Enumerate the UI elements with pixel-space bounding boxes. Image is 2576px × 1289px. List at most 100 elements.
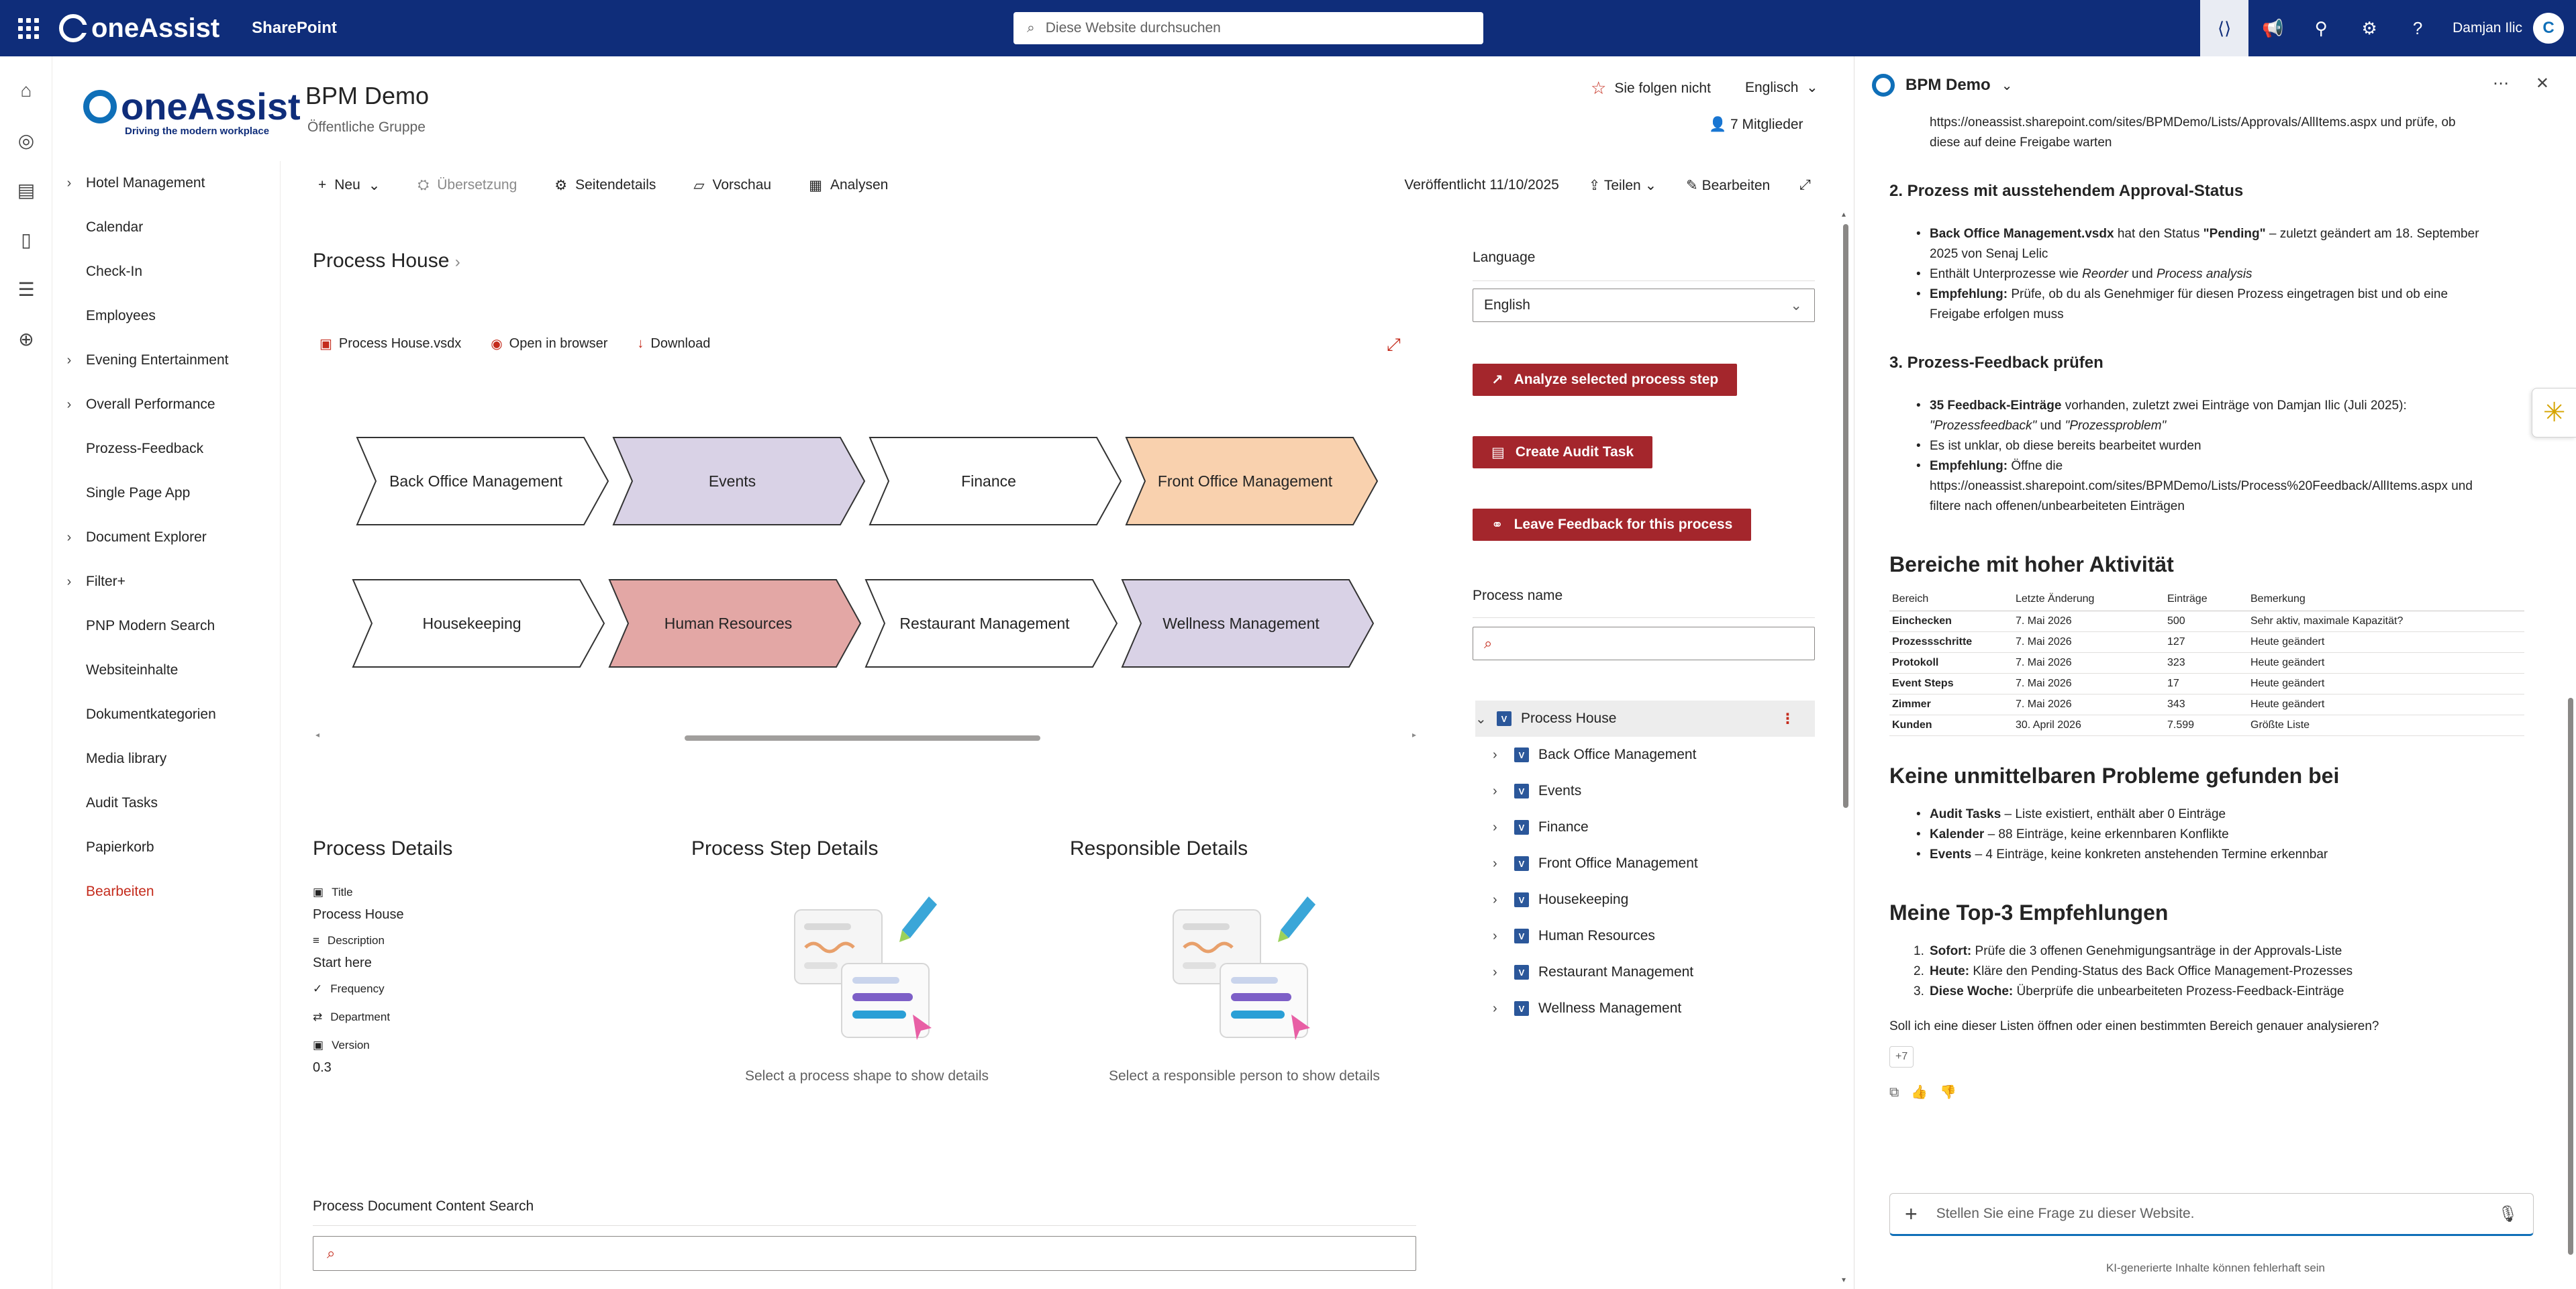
- site-logo[interactable]: oneAssist Driving the modern workplace: [83, 85, 301, 137]
- page-details-button[interactable]: ⚙ Seitendetails: [554, 177, 656, 194]
- close-icon[interactable]: ✕: [2536, 74, 2549, 93]
- chevron-right-icon[interactable]: ›: [52, 176, 86, 191]
- app-launcher-button[interactable]: [0, 0, 56, 56]
- globe-icon[interactable]: ◎: [0, 115, 52, 165]
- share-link-button[interactable]: ⚲: [2297, 0, 2345, 56]
- analytics-button[interactable]: ▦ Analysen: [809, 177, 888, 194]
- file-icon[interactable]: ▯: [0, 215, 52, 264]
- nav-edit-link[interactable]: Bearbeiten: [52, 870, 280, 914]
- tree-root-item[interactable]: ⌄ V Process House ⋮: [1475, 701, 1815, 737]
- process-house-title[interactable]: Process House ›: [313, 250, 460, 272]
- file-name-link[interactable]: ▣ Process House.vsdx: [319, 336, 461, 352]
- nav-item[interactable]: › Filter+: [52, 560, 280, 604]
- tree-item[interactable]: › V Front Office Management: [1493, 845, 1698, 882]
- list-icon[interactable]: ☰: [0, 264, 52, 314]
- nav-item[interactable]: Dokumentkategorien: [52, 692, 280, 737]
- process-chevron[interactable]: Housekeeping: [352, 578, 605, 668]
- nav-item[interactable]: Websiteinhalte: [52, 648, 280, 692]
- tree-item[interactable]: › V Finance: [1493, 809, 1589, 845]
- process-chevron[interactable]: Back Office Management: [356, 436, 609, 526]
- translation-button[interactable]: ⛭ Übersetzung: [417, 177, 517, 193]
- copilot-header[interactable]: BPM Demo ⌄: [1872, 74, 2012, 97]
- suite-logo[interactable]: oneAssist: [59, 13, 219, 44]
- leave-feedback-button[interactable]: ⚭ Leave Feedback for this process: [1473, 509, 1752, 541]
- chevron-right-icon[interactable]: ›: [1493, 965, 1514, 980]
- nav-item[interactable]: Single Page App: [52, 471, 280, 515]
- thumbs-down-icon[interactable]: 👎: [1940, 1082, 1956, 1102]
- scroll-right-icon[interactable]: ▸: [1412, 730, 1416, 739]
- chevron-right-icon[interactable]: ›: [1493, 929, 1514, 944]
- chevron-right-icon[interactable]: ›: [1493, 747, 1514, 763]
- chevron-down-icon[interactable]: ⌄: [1475, 711, 1497, 727]
- doc-content-search-input[interactable]: ⌕: [313, 1236, 1416, 1271]
- microphone-icon[interactable]: 🎙: [2498, 1204, 2518, 1224]
- share-button[interactable]: ⇪ Teilen ⌄: [1589, 177, 1656, 194]
- suite-app-name[interactable]: SharePoint: [252, 19, 337, 38]
- follow-button[interactable]: ☆ Sie folgen nicht: [1591, 78, 1711, 99]
- tree-item[interactable]: › V Restaurant Management: [1493, 954, 1693, 990]
- chevron-right-icon[interactable]: ›: [52, 353, 86, 368]
- news-icon[interactable]: ▤: [0, 165, 52, 215]
- nav-item[interactable]: Papierkorb: [52, 825, 280, 870]
- diagram-horizontal-scrollbar[interactable]: ◂ ▸: [315, 730, 1416, 742]
- site-search-input[interactable]: ⌕ Diese Website durchsuchen: [1013, 12, 1483, 44]
- add-circle-icon[interactable]: ⊕: [0, 314, 52, 364]
- process-chevron[interactable]: Front Office Management: [1125, 436, 1379, 526]
- assistant-launcher-button[interactable]: ✳: [2532, 388, 2576, 437]
- nav-item[interactable]: › Document Explorer: [52, 515, 280, 560]
- copy-icon[interactable]: ⧉: [1889, 1082, 1899, 1102]
- tree-item[interactable]: › V Events: [1493, 773, 1581, 809]
- nav-item[interactable]: › Hotel Management: [52, 161, 280, 205]
- nav-item[interactable]: Check-In: [52, 250, 280, 294]
- chevron-right-icon[interactable]: ›: [1493, 892, 1514, 908]
- nav-item[interactable]: Prozess-Feedback: [52, 427, 280, 471]
- nav-item[interactable]: › Overall Performance: [52, 382, 280, 427]
- fullscreen-icon[interactable]: ⤢: [1387, 334, 1401, 356]
- scroll-down-icon[interactable]: ▾: [1842, 1275, 1846, 1284]
- scrollbar-thumb[interactable]: [685, 735, 1040, 741]
- chevron-right-icon[interactable]: ›: [52, 574, 86, 590]
- chevron-right-icon[interactable]: ›: [52, 530, 86, 546]
- site-title[interactable]: BPM Demo: [305, 82, 429, 110]
- scroll-left-icon[interactable]: ◂: [315, 730, 319, 739]
- chevron-right-icon[interactable]: ›: [1493, 856, 1514, 872]
- scroll-up-icon[interactable]: ▴: [1842, 209, 1846, 219]
- user-name[interactable]: Damjan Ilic: [2453, 20, 2522, 36]
- nav-item[interactable]: PNP Modern Search: [52, 604, 280, 648]
- language-dropdown[interactable]: Englisch ⌄: [1745, 79, 1818, 96]
- copilot-toggle-button[interactable]: ⟨⟩: [2200, 0, 2249, 56]
- preview-button[interactable]: ▱ Vorschau: [693, 177, 771, 194]
- new-button[interactable]: + Neu ⌄: [318, 177, 380, 194]
- scrollbar-thumb[interactable]: [2568, 698, 2573, 1255]
- chevron-right-icon[interactable]: ›: [1493, 820, 1514, 835]
- copilot-chat-input[interactable]: + Stellen Sie eine Frage zu dieser Websi…: [1889, 1193, 2534, 1236]
- feedback-url[interactable]: https://oneassist.sharepoint.com/sites/B…: [1930, 479, 2473, 493]
- process-name-search-input[interactable]: ⌕: [1473, 627, 1815, 660]
- create-audit-task-button[interactable]: ▤ Create Audit Task: [1473, 436, 1653, 468]
- nav-item[interactable]: Employees: [52, 294, 280, 338]
- download-button[interactable]: ↓ Download: [637, 336, 710, 352]
- help-button[interactable]: ?: [2393, 0, 2442, 56]
- references-chip[interactable]: +7: [1889, 1046, 1914, 1068]
- avatar[interactable]: C: [2533, 13, 2564, 44]
- tree-item[interactable]: › V Wellness Management: [1493, 990, 1681, 1027]
- tree-item[interactable]: › V Housekeeping: [1493, 882, 1628, 918]
- process-chevron[interactable]: Events: [612, 436, 866, 526]
- chevron-right-icon[interactable]: ›: [1493, 784, 1514, 799]
- language-select[interactable]: English ⌄: [1473, 289, 1815, 322]
- members-button[interactable]: 👤 7 Mitglieder: [1709, 117, 1803, 133]
- more-options-icon[interactable]: ⋮: [1781, 711, 1795, 727]
- nav-item[interactable]: › Evening Entertainment: [52, 338, 280, 382]
- open-in-browser-button[interactable]: ◉ Open in browser: [491, 336, 607, 352]
- plus-icon[interactable]: +: [1905, 1202, 1918, 1227]
- announcements-button[interactable]: 📢: [2248, 0, 2297, 56]
- process-chevron[interactable]: Human Resources: [608, 578, 862, 668]
- nav-item[interactable]: Audit Tasks: [52, 781, 280, 825]
- page-vertical-scrollbar[interactable]: ▴ ▾: [1840, 209, 1851, 1284]
- chevron-right-icon[interactable]: ›: [52, 397, 86, 413]
- chevron-right-icon[interactable]: ›: [1493, 1001, 1514, 1017]
- nav-item[interactable]: Media library: [52, 737, 280, 781]
- more-options-icon[interactable]: ⋯: [2493, 74, 2509, 93]
- expand-icon[interactable]: ⤢: [1799, 177, 1811, 193]
- process-chevron[interactable]: Wellness Management: [1121, 578, 1375, 668]
